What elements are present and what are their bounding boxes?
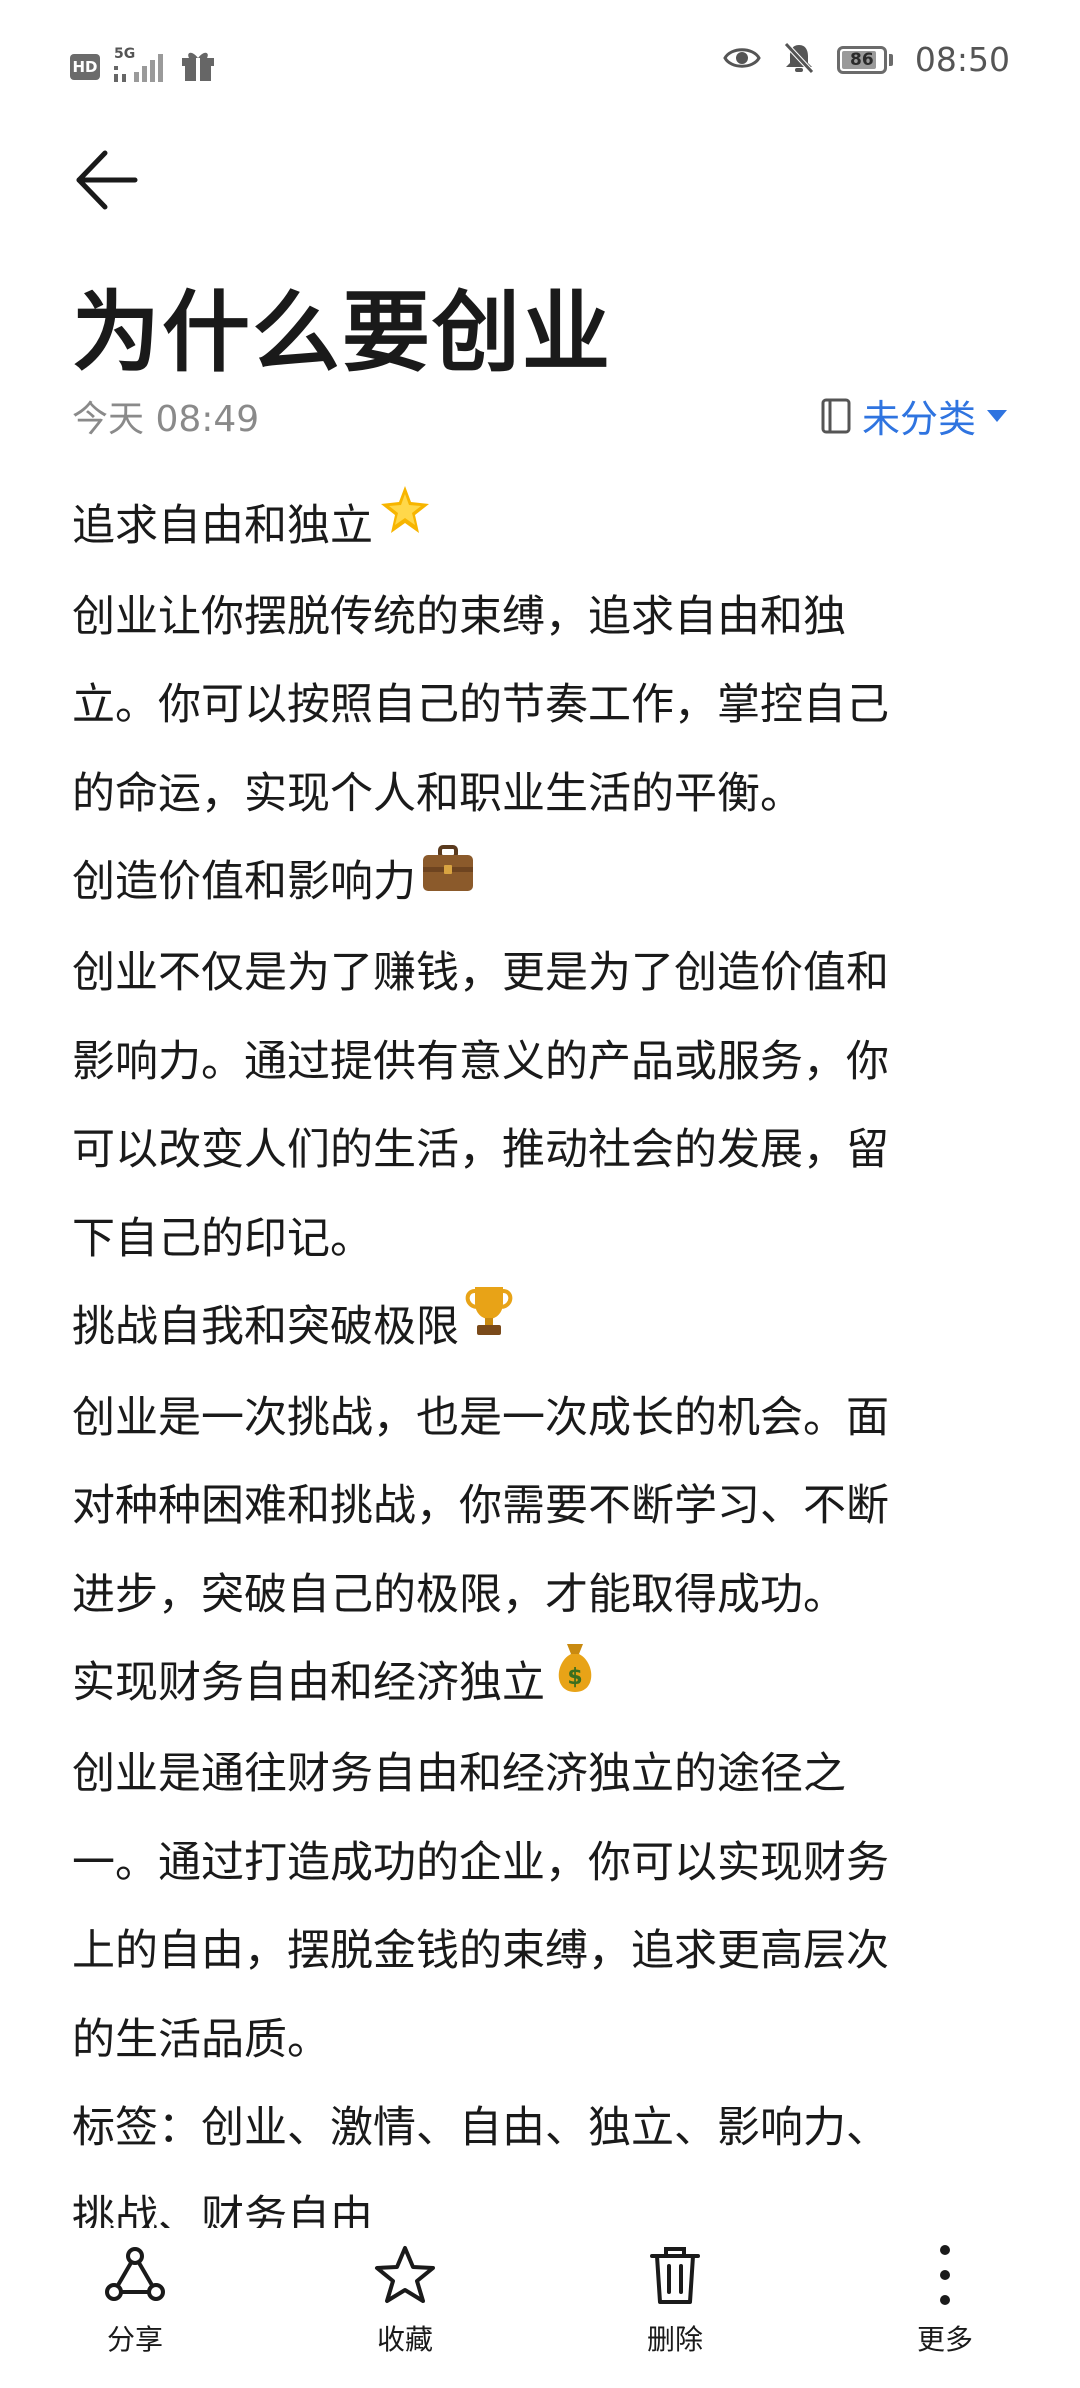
- body-line: 可以改变人们的生活，推动社会的发展，留: [72, 1125, 889, 1175]
- note-body[interactable]: 追求自由和独立 创业让你摆脱传统的束缚，追求自由和独 立。你可以按照自己的节奏工…: [72, 482, 1002, 2261]
- battery-tip: [888, 53, 893, 66]
- status-left: HD 5G: [70, 46, 216, 86]
- status-right: 86 08:50: [723, 40, 1010, 79]
- body-line: 创业不仅是为了赚钱，更是为了创造价值和: [72, 948, 889, 998]
- share-icon: [105, 2247, 165, 2301]
- section-heading: 挑战自我和突破极限: [72, 1283, 1002, 1374]
- delete-label: 删除: [646, 2323, 703, 2356]
- star-icon: [375, 2246, 435, 2303]
- section-heading: 追求自由和独立: [72, 482, 1002, 573]
- glowing-star-icon: [377, 480, 433, 569]
- back-button[interactable]: [66, 140, 146, 220]
- body-line: 创业是通往财务自由和经济独立的途径之: [72, 1749, 846, 1799]
- svg-text:$: $: [567, 1665, 582, 1690]
- line-text: 挑战自我和突破极限: [72, 1302, 459, 1352]
- dropdown-triangle-icon: [987, 409, 1007, 422]
- tags-line: 标签：创业、激情、自由、独立、影响力、: [72, 2103, 889, 2153]
- body-line: 立。你可以按照自己的节奏工作，掌控自己: [72, 680, 889, 731]
- status-time: 08:50: [914, 40, 1010, 79]
- body-line: 下自己的印记。: [72, 1213, 373, 1264]
- more-label: 更多: [916, 2323, 973, 2356]
- note-title[interactable]: 为什么要创业: [72, 262, 612, 389]
- hd-badge: HD: [70, 54, 100, 80]
- body-line: 创业是一次挑战，也是一次成长的机会。面: [72, 1392, 889, 1443]
- category-label: 未分类: [861, 397, 976, 441]
- signal-icon: 5G: [114, 46, 166, 84]
- line-text: 创造价值和影响力: [72, 857, 416, 908]
- share-label: 分享: [106, 2323, 163, 2356]
- back-arrow-icon: [76, 150, 138, 210]
- battery-body: 86: [836, 45, 887, 74]
- body-line: 上的自由，摆脱金钱的束缚，追求更高层次: [72, 1926, 889, 1976]
- body-line: 一。通过打造成功的企业，你可以实现财务: [72, 1837, 889, 1888]
- trophy-icon: [463, 1281, 515, 1370]
- eye-icon: [723, 44, 761, 76]
- body-line: 的生活品质。: [72, 2014, 330, 2065]
- gift-icon: [180, 48, 216, 86]
- battery-level: 86: [850, 49, 874, 70]
- money-bag-icon: $: [549, 1638, 601, 1727]
- bottom-toolbar: 分享 收藏 删除 更多: [0, 2228, 1080, 2388]
- status-bar: HD 5G 86 08:50: [0, 0, 1080, 130]
- share-button[interactable]: 分享: [0, 2228, 270, 2388]
- note-date: 今天 08:49: [72, 398, 260, 440]
- delete-button[interactable]: 删除: [540, 2228, 810, 2388]
- bell-muted-icon: [783, 41, 815, 79]
- battery-indicator: 86: [836, 45, 893, 74]
- body-line: 对种种困难和挑战，你需要不断学习、不断: [72, 1481, 889, 1532]
- body-line: 的命运，实现个人和职业生活的平衡。: [72, 768, 803, 819]
- section-heading: 实现财务自由和经济独立 $: [72, 1639, 1002, 1730]
- favorite-label: 收藏: [376, 2323, 433, 2356]
- favorite-button[interactable]: 收藏: [270, 2228, 540, 2388]
- body-line: 创业让你摆脱传统的束缚，追求自由和独: [72, 591, 846, 642]
- line-text: 实现财务自由和经济独立: [72, 1658, 545, 1709]
- line-text: 追求自由和独立: [72, 501, 373, 551]
- notebook-icon: [821, 398, 851, 433]
- trash-icon: [650, 2247, 700, 2304]
- more-vertical-icon: [940, 2245, 950, 2305]
- note-meta: 今天 08:49 未分类: [72, 388, 1008, 443]
- body-line: 影响力。通过提供有意义的产品或服务，你: [72, 1036, 889, 1087]
- body-line: 进步，突破自己的极限，才能取得成功。: [72, 1569, 846, 1620]
- category-selector[interactable]: 未分类: [820, 388, 1008, 443]
- more-button[interactable]: 更多: [810, 2228, 1080, 2388]
- section-heading: 创造价值和影响力: [72, 838, 1002, 929]
- briefcase-icon: [420, 837, 476, 926]
